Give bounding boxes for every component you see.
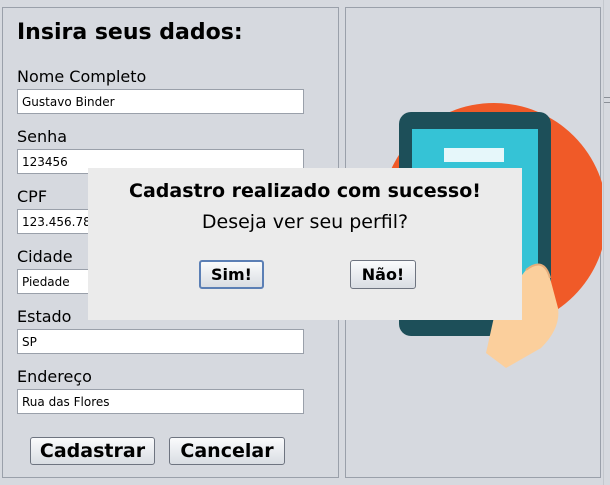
cancel-button[interactable]: Cancelar (169, 437, 285, 465)
field-label-nome: Nome Completo (17, 67, 147, 86)
confirmation-dialog: Cadastro realizado com sucesso! Deseja v… (88, 168, 522, 320)
form-title: Insira seus dados: (17, 20, 243, 45)
field-label-senha: Senha (17, 127, 68, 146)
field-label-estado: Estado (17, 307, 72, 326)
edge-tick (604, 97, 610, 98)
dialog-title: Cadastro realizado com sucesso! (129, 180, 481, 202)
nome-completo-field[interactable] (17, 89, 304, 114)
no-button[interactable]: Não! (350, 260, 416, 289)
yes-button[interactable]: Sim! (199, 260, 264, 289)
field-label-cidade: Cidade (17, 247, 73, 266)
endereco-field[interactable] (17, 389, 304, 414)
screen-bar (444, 148, 504, 162)
register-button[interactable]: Cadastrar (30, 437, 155, 465)
estado-field[interactable] (17, 329, 304, 354)
dialog-message: Deseja ver seu perfil? (201, 211, 409, 233)
field-label-cpf: CPF (17, 187, 48, 206)
field-label-endereco: Endereço (17, 367, 92, 386)
window-edge (603, 0, 610, 485)
edge-tick (604, 102, 610, 103)
